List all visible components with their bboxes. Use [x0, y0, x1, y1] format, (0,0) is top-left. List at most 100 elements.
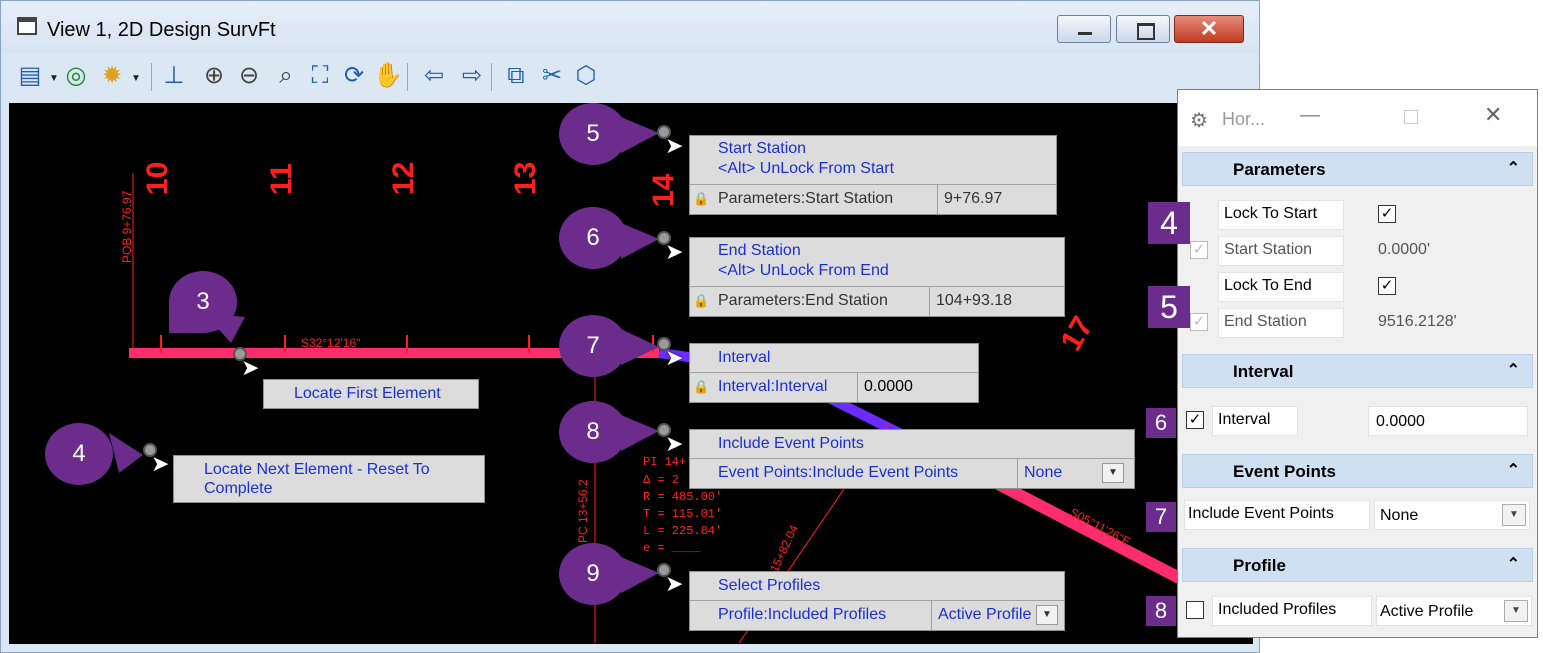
clip-mask-icon[interactable]: ⬡: [571, 61, 601, 91]
field-label: Parameters:End Station: [712, 287, 930, 316]
locate-first-prompt: Locate First Element: [263, 379, 479, 409]
chevron-down-icon[interactable]: ▼: [1036, 605, 1058, 625]
curve-data: PI 14+: [643, 455, 686, 469]
zoom-out-icon[interactable]: ⊖: [234, 61, 264, 91]
copy-view-icon[interactable]: ⧉: [501, 61, 531, 91]
cursor-icon: ➤: [665, 431, 684, 456]
lock-to-end-label: Lock To End: [1224, 277, 1312, 294]
cursor-icon: ➤: [665, 239, 684, 264]
maximize-button[interactable]: [1116, 15, 1170, 43]
cursor-icon: ➤: [665, 133, 684, 158]
field-value[interactable]: 9+76.97: [938, 185, 1056, 214]
chevron-down-icon[interactable]: ▼: [49, 73, 59, 84]
prompt-text: Locate Next Element - Reset To Complete: [204, 461, 430, 497]
prompt-field-row: 🔒 Parameters:Start Station 9+76.97: [690, 184, 1056, 214]
start-station-value: 0.0000': [1378, 241, 1430, 258]
update-view-icon[interactable]: ⊥: [159, 61, 189, 91]
callout-9: 9: [559, 543, 627, 605]
event-points-prompt: Include Event Points Event Points:Includ…: [689, 429, 1135, 489]
view-previous-icon[interactable]: ⇦: [419, 61, 449, 91]
interval-row: ✓ Interval 0.0000: [1182, 404, 1533, 438]
section-interval[interactable]: Interval ⌃: [1182, 354, 1533, 388]
callout-4: 4: [45, 423, 113, 485]
station-label: 13: [509, 162, 542, 195]
callout-badge-6: 6: [1146, 408, 1176, 438]
callout-3: 3: [169, 271, 237, 333]
chevron-up-icon[interactable]: ⌃: [1507, 460, 1520, 480]
chevron-down-icon[interactable]: ▼: [1102, 463, 1124, 483]
clip-volume-icon[interactable]: ✂: [537, 61, 567, 91]
lock-to-start-label: Lock To Start: [1224, 205, 1318, 222]
zoom-in-icon[interactable]: ⊕: [199, 61, 229, 91]
field-label: Parameters:Start Station: [712, 185, 938, 214]
interval-label: Interval: [1218, 411, 1271, 428]
view-next-icon[interactable]: ⇨: [457, 61, 487, 91]
interval-checkbox[interactable]: ✓: [1186, 411, 1204, 429]
field-label: Interval:Interval: [712, 373, 858, 402]
section-parameters[interactable]: Parameters ⌃: [1182, 152, 1533, 186]
lock-to-start-checkbox[interactable]: ✓: [1378, 205, 1396, 223]
start-station-checkbox[interactable]: ✓: [1190, 241, 1208, 259]
view-toolbar: ▤ ▼ ◎ ✹ ▼ ⊥ ⊕ ⊖ ⌕ ⛶ ⟳ ✋ ⇦ ⇨ ⧉ ✂ ⬡: [9, 53, 1249, 103]
prompt-text: Interval: [718, 349, 771, 366]
locate-next-prompt: Locate Next Element - Reset To Complete: [173, 455, 485, 503]
pc-label: PC 13+56.2: [576, 479, 590, 543]
chevron-up-icon[interactable]: ⌃: [1507, 554, 1520, 574]
field-value[interactable]: 0.0000: [858, 373, 978, 402]
prompt-field-row: Event Points:Include Event Points None ▼: [690, 458, 1134, 488]
section-title: Event Points: [1233, 462, 1336, 481]
prompt-text: Select Profiles: [718, 577, 821, 594]
lighting-icon[interactable]: ✹: [97, 61, 127, 91]
lock-to-start-row: Lock To Start ✓: [1182, 198, 1533, 232]
chevron-down-icon[interactable]: ▼: [1504, 600, 1528, 622]
field-label: Event Points:Include Event Points: [712, 459, 1018, 488]
cursor-icon: ➤: [665, 571, 684, 596]
title-bar: View 1, 2D Design SurvFt ✕: [1, 1, 1259, 53]
view-attributes-icon[interactable]: ▤: [15, 61, 45, 91]
pan-view-icon[interactable]: ✋: [373, 61, 403, 91]
chevron-up-icon[interactable]: ⌃: [1507, 158, 1520, 178]
included-profiles-select[interactable]: Active Profile: [1380, 603, 1473, 621]
close-button[interactable]: ✕: [1174, 15, 1244, 43]
display-style-icon[interactable]: ◎: [61, 61, 91, 91]
prompt-text: End Station: [718, 242, 801, 259]
include-event-points-select[interactable]: None: [1380, 507, 1418, 525]
included-profiles-row: Included Profiles Active Profile ▼: [1182, 594, 1533, 628]
minimize-button[interactable]: [1057, 15, 1111, 43]
maximize-button[interactable]: [1404, 110, 1418, 124]
callout-8: 8: [559, 401, 627, 463]
lock-to-end-checkbox[interactable]: ✓: [1378, 277, 1396, 295]
curve-data: e = ____: [643, 541, 701, 555]
include-event-points-label: Include Event Points: [1188, 505, 1334, 522]
curve-data: R = 485.00': [643, 490, 722, 504]
tool-settings-icon: ⚙: [1190, 110, 1208, 132]
chevron-up-icon[interactable]: ⌃: [1507, 360, 1520, 380]
rotate-view-icon[interactable]: ⟳: [339, 61, 369, 91]
view-window: View 1, 2D Design SurvFt ✕ ▤ ▼ ◎ ✹ ▼ ⊥ ⊕…: [0, 0, 1260, 653]
prompt-field-row: 🔒 Interval:Interval 0.0000: [690, 372, 978, 402]
lock-to-end-row: Lock To End ✓: [1182, 270, 1533, 304]
lock-icon: 🔒: [693, 191, 710, 206]
fit-view-icon[interactable]: ⛶: [305, 61, 335, 91]
station-label: 11: [265, 163, 298, 195]
minimize-button[interactable]: —: [1300, 104, 1320, 127]
end-station-value: 9516.2128': [1378, 313, 1457, 330]
field-value[interactable]: 104+93.18: [930, 287, 1064, 316]
end-station-checkbox[interactable]: ✓: [1190, 313, 1208, 331]
prompt-field-row: Profile:Included Profiles Active Profile…: [690, 600, 1064, 630]
prompt-text: <Alt> UnLock From End: [718, 262, 889, 279]
chevron-down-icon[interactable]: ▼: [131, 73, 141, 84]
callout-tail: [109, 433, 143, 473]
prompt-text: Locate First Element: [294, 385, 441, 402]
close-button[interactable]: ✕: [1484, 102, 1502, 128]
included-profiles-checkbox[interactable]: [1186, 601, 1204, 619]
chevron-down-icon[interactable]: ▼: [1502, 504, 1526, 526]
window-area-icon[interactable]: ⌕: [271, 61, 301, 91]
section-profile[interactable]: Profile ⌃: [1182, 548, 1533, 582]
interval-input[interactable]: 0.0000: [1376, 413, 1425, 431]
drawing-canvas[interactable]: 10 11 12 13 14 17 POB 9+76.97 S32°12'16"…: [9, 103, 1253, 644]
include-event-points-row: Include Event Points None ▼: [1182, 498, 1533, 532]
section-event-points[interactable]: Event Points ⌃: [1182, 454, 1533, 488]
section-title: Parameters: [1233, 160, 1326, 179]
lock-icon: 🔒: [693, 293, 710, 308]
